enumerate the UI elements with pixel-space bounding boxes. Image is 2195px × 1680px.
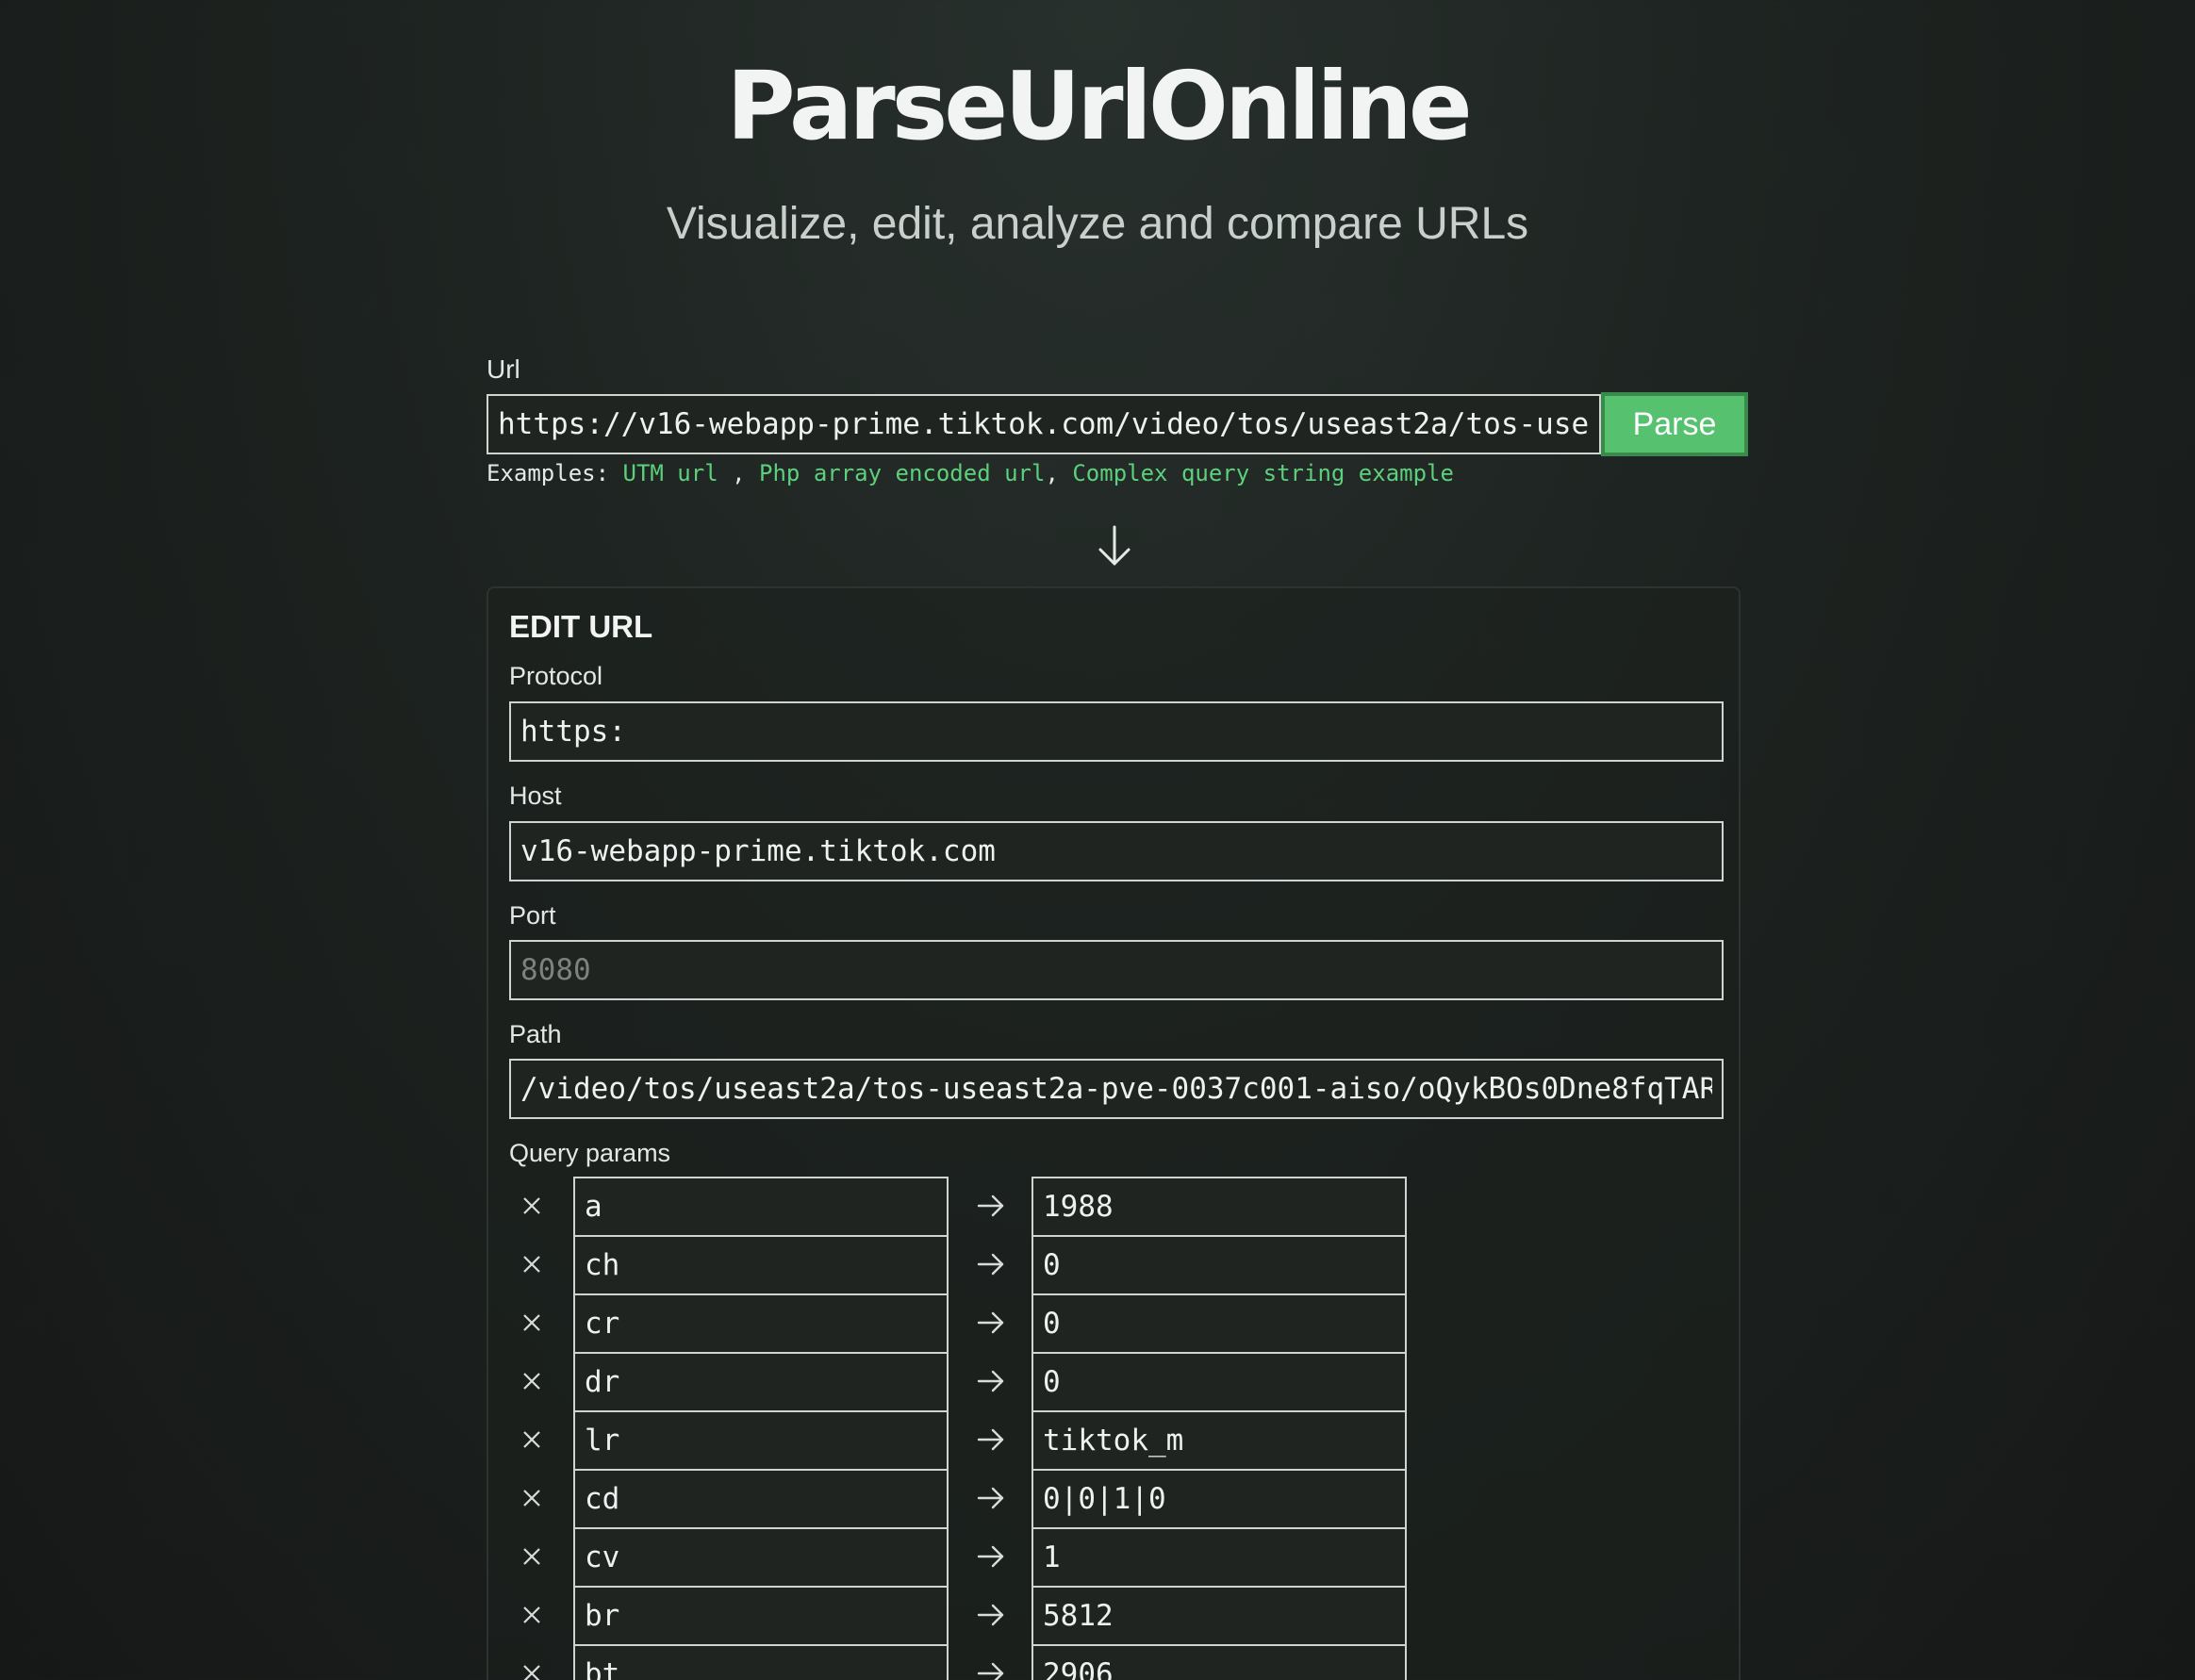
protocol-label: Protocol: [509, 662, 603, 690]
url-row: Parse: [487, 392, 1748, 456]
example-link-php-array[interactable]: Php array encoded url: [759, 460, 1045, 486]
page-subtitle: Visualize, edit, analyze and compare URL…: [666, 199, 1529, 249]
query-param-key-input[interactable]: [573, 1527, 949, 1588]
query-param-value-input[interactable]: [1031, 1527, 1407, 1588]
query-param-value-input[interactable]: [1031, 1644, 1407, 1680]
arrow-right-icon: [977, 1194, 1005, 1223]
path-label: Path: [509, 1020, 562, 1048]
query-param-key-input[interactable]: [573, 1586, 949, 1646]
query-param-key-input[interactable]: [573, 1352, 949, 1412]
page-title: ParseUrlOnline: [726, 51, 1472, 161]
url-input[interactable]: [487, 394, 1601, 454]
close-icon[interactable]: [509, 1293, 554, 1352]
query-param-value-input[interactable]: [1031, 1352, 1407, 1412]
query-param-row: [509, 1410, 1414, 1471]
arrow-right-icon: [977, 1486, 1005, 1515]
close-icon[interactable]: [509, 1644, 554, 1680]
query-param-value-input[interactable]: [1031, 1293, 1407, 1354]
query-param-key-input[interactable]: [573, 1293, 949, 1354]
query-param-row: [509, 1586, 1414, 1646]
parse-button[interactable]: Parse: [1601, 392, 1748, 456]
query-param-row: [509, 1527, 1414, 1588]
arrow-right-icon: [977, 1310, 1005, 1340]
edit-url-panel: EDIT URL Protocol Host Port Path Query p…: [487, 586, 1741, 1680]
protocol-input[interactable]: [509, 701, 1724, 762]
path-input[interactable]: [509, 1059, 1724, 1119]
example-link-utm[interactable]: UTM url: [623, 460, 718, 486]
query-param-value-input[interactable]: [1031, 1469, 1407, 1529]
query-param-row: [509, 1352, 1414, 1412]
close-icon[interactable]: [509, 1527, 554, 1586]
host-input[interactable]: [509, 821, 1724, 881]
close-icon[interactable]: [509, 1235, 554, 1293]
host-label: Host: [509, 782, 562, 810]
close-icon[interactable]: [509, 1410, 554, 1469]
query-param-key-input[interactable]: [573, 1644, 949, 1680]
query-param-value-input[interactable]: [1031, 1235, 1407, 1295]
port-input[interactable]: [509, 940, 1724, 1000]
examples-line: Examples: UTM url , Php array encoded ur…: [487, 460, 1454, 486]
query-param-row: [509, 1469, 1414, 1529]
arrow-right-icon: [977, 1369, 1005, 1398]
example-link-complex-query[interactable]: Complex query string example: [1072, 460, 1454, 486]
query-params-list: [509, 1177, 1414, 1680]
close-icon[interactable]: [509, 1586, 554, 1644]
arrow-right-icon: [977, 1603, 1005, 1632]
edit-url-title: EDIT URL: [509, 609, 653, 644]
url-label: Url: [487, 354, 520, 384]
arrow-right-icon: [977, 1427, 1005, 1457]
arrow-right-icon: [977, 1252, 1005, 1281]
arrow-right-icon: [977, 1661, 1005, 1680]
arrow-down-icon: [1097, 524, 1132, 568]
close-icon[interactable]: [509, 1352, 554, 1410]
query-param-row: [509, 1293, 1414, 1354]
query-param-value-input[interactable]: [1031, 1177, 1407, 1237]
query-param-key-input[interactable]: [573, 1469, 949, 1529]
query-param-key-input[interactable]: [573, 1177, 949, 1237]
close-icon[interactable]: [509, 1469, 554, 1527]
query-param-row: [509, 1235, 1414, 1295]
close-icon[interactable]: [509, 1177, 554, 1235]
query-param-key-input[interactable]: [573, 1410, 949, 1471]
query-param-value-input[interactable]: [1031, 1586, 1407, 1646]
query-param-value-input[interactable]: [1031, 1410, 1407, 1471]
query-param-key-input[interactable]: [573, 1235, 949, 1295]
arrow-right-icon: [977, 1544, 1005, 1573]
query-param-row: [509, 1644, 1414, 1680]
examples-label: Examples:: [487, 460, 610, 486]
query-param-row: [509, 1177, 1414, 1237]
query-params-label: Query params: [509, 1139, 671, 1167]
port-label: Port: [509, 901, 556, 930]
